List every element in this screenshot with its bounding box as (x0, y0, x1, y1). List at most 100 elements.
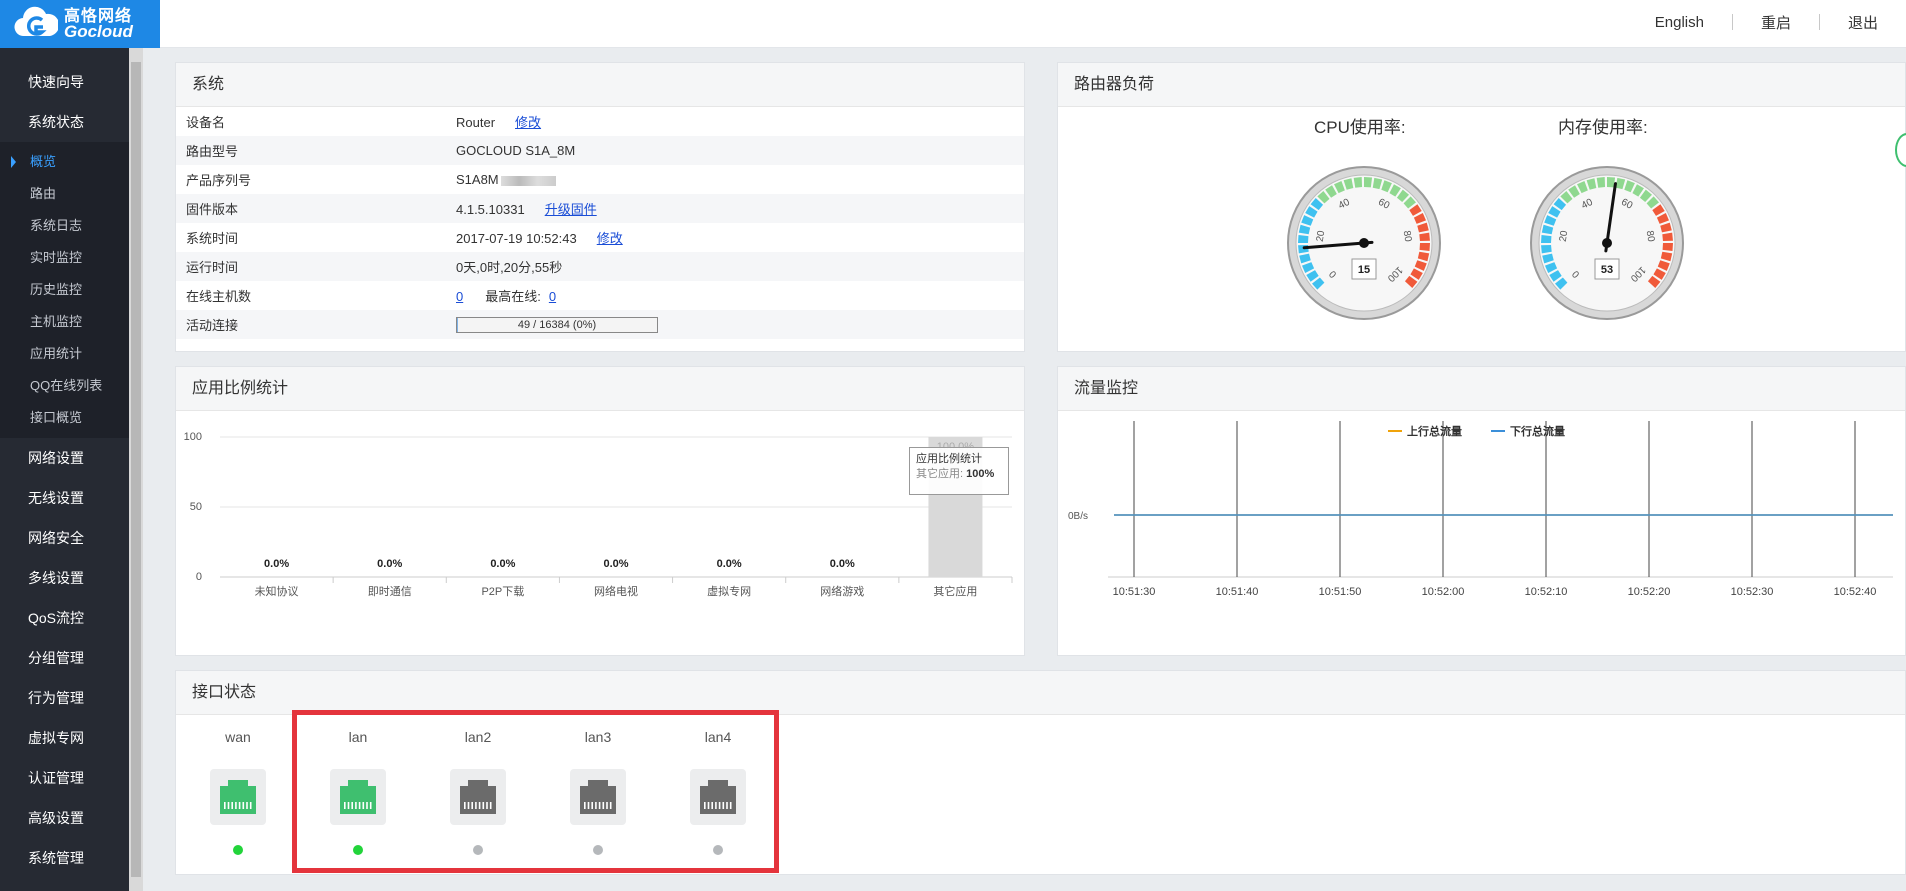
router-load-panel: 路由器负荷 CPU使用率: 内存使用率: 0 20 40 60 80 100 15 0 20 4… (1057, 62, 1906, 352)
nav-sub-interfaces[interactable]: 接口概览 (0, 402, 143, 434)
tooltip-label: 其它应用: (916, 468, 964, 480)
row-label: 运行时间 (176, 252, 456, 281)
table-row: 运行时间 0天,0时,20分,55秒 (176, 252, 1024, 281)
edit-time-link[interactable]: 修改 (597, 231, 623, 246)
cpu-gauge-hub (1359, 238, 1369, 248)
row-label: 在线主机数 (186, 289, 252, 304)
x-tick-label: 即时通信 (368, 585, 412, 598)
x-tick-label: 网络电视 (594, 584, 638, 598)
mem-gauge-value-label: 53 (1601, 264, 1613, 276)
cpu-gauge: 02040 608010015 (1287, 166, 1441, 320)
nav-sub-route[interactable]: 路由 (0, 178, 143, 210)
row-value: 4.1.5.10331 升级固件 (456, 194, 1024, 223)
nav-sub-app-stats[interactable]: 应用统计 (0, 338, 143, 370)
table-row: 设备名 Router 修改 (176, 107, 1024, 136)
scrollbar-thumb[interactable] (131, 62, 141, 877)
nav-system-manage[interactable]: 系统管理 (0, 838, 143, 878)
row-value: 49 / 16384 (0%) (456, 310, 1024, 339)
panel-title: 路由器负荷 (1058, 63, 1905, 107)
row-label: 固件版本 (176, 194, 456, 223)
nav-vpn[interactable]: 虚拟专网 (0, 718, 143, 758)
nav-qos[interactable]: QoS流控 (0, 598, 143, 638)
nav-multiline[interactable]: 多线设置 (0, 558, 143, 598)
nav-groups[interactable]: 分组管理 (0, 638, 143, 678)
x-tick-label: 10:52:40 (1834, 586, 1877, 598)
brand-name-en: Gocloud (64, 22, 133, 41)
logout-link[interactable]: 退出 (1820, 12, 1906, 33)
panel-title: 系统 (176, 63, 1024, 107)
highlight-box (292, 710, 779, 873)
serial-value: S1A8M (456, 172, 499, 187)
online-hosts-link[interactable]: 0 (456, 289, 463, 304)
chart-labels: 10:51:30 10:51:40 10:51:50 10:52:00 10:52:10… (1068, 424, 1876, 598)
nav-auth[interactable]: 认证管理 (0, 758, 143, 798)
language-link[interactable]: English (1627, 14, 1732, 31)
link-up-indicator (233, 845, 243, 855)
nav-sub-history[interactable]: 历史监控 (0, 274, 143, 306)
sidebar: 快速向导 系统状态 概览 路由 系统日志 实时监控 历史监控 主机监控 应用统计… (0, 48, 143, 891)
nav-sub-qq-list[interactable]: QQ在线列表 (0, 370, 143, 402)
table-row: 路由型号 GOCLOUD S1A_8M (176, 136, 1024, 165)
cloud-logo-icon (14, 6, 58, 37)
max-online-label: 最高在线: (485, 289, 541, 304)
table-row: 产品序列号 S1A8M (176, 165, 1024, 194)
x-tick-label: P2P下载 (481, 585, 524, 598)
progress-text: 49 / 16384 (0%) (517, 319, 597, 331)
panel-title: 应用比例统计 (176, 367, 1024, 411)
table-row: 活动连接 49 / 16384 (0%) (176, 310, 1024, 339)
reboot-link[interactable]: 重启 (1733, 12, 1819, 33)
port-wan[interactable]: wan (178, 729, 298, 855)
x-tick-label: 其它应用 (933, 584, 977, 598)
port-name: wan (225, 729, 251, 745)
app-bar-chart: 100 50 0 0.0% 未知协议 0.0% 即时通信 0.0% P2P下载 0.0% 网络电视 0… (184, 431, 1013, 598)
traffic-line-chart: 10:51:30 10:51:40 10:51:50 10:52:00 10:52:10… (1068, 421, 1893, 598)
row-label: 设备名 (186, 115, 226, 130)
cpu-gauge-label: CPU使用率: (1314, 118, 1406, 137)
redacted-mask (500, 175, 556, 186)
tooltip-title: 应用比例统计 (916, 453, 982, 465)
cpu-gauge-scale-segment (1364, 177, 1373, 188)
system-info-table: 设备名 Router 修改 路由型号 GOCLOUD S1A_8M 产品序列号 S… (176, 107, 1024, 339)
brand-logo[interactable]: 高恪网络 Gocloud (0, 0, 160, 48)
nav-wireless[interactable]: 无线设置 (0, 478, 143, 518)
row-value: 2017-07-19 10:52:43 修改 (456, 223, 1024, 252)
row-value: 0 最高在线: 0 (456, 281, 1024, 310)
memory-gauge: 02040 608010053 (1530, 166, 1684, 320)
ethernet-port-icon[interactable] (210, 769, 266, 825)
model-value: GOCLOUD S1A_8M (456, 136, 1024, 165)
nav-network[interactable]: 网络设置 (0, 438, 143, 478)
chart-grid (1108, 421, 1893, 578)
nav-sub-realtime[interactable]: 实时监控 (0, 242, 143, 274)
system-panel: 系统 设备名 Router 修改 路由型号 GOCLOUD S1A_8M 产品序列… (175, 62, 1025, 352)
system-time-value: 2017-07-19 10:52:43 (456, 231, 577, 246)
row-value: Router 修改 (456, 107, 1024, 136)
nav-sub-group: 概览 路由 系统日志 实时监控 历史监控 主机监控 应用统计 QQ在线列表 接口… (0, 142, 143, 438)
sidebar-scrollbar[interactable] (129, 48, 143, 891)
nav-security[interactable]: 网络安全 (0, 518, 143, 558)
nav-sub-syslog[interactable]: 系统日志 (0, 210, 143, 242)
nav-system-status[interactable]: 系统状态 (0, 102, 143, 142)
x-tick-label: 10:52:00 (1422, 586, 1465, 598)
app-stats-panel: 应用比例统计 100 50 0 0.0% 未知协议 0.0% 即时通信 0.0% P2P下载 0.… (175, 366, 1025, 656)
ethernet-port-icon (220, 780, 256, 814)
tooltip-row: 其它应用: 100% (916, 467, 1002, 482)
edit-device-name-link[interactable]: 修改 (515, 115, 541, 130)
upgrade-firmware-link[interactable]: 升级固件 (545, 202, 597, 217)
max-online-link[interactable]: 0 (549, 289, 556, 304)
nav-sub-host-monitor[interactable]: 主机监控 (0, 306, 143, 338)
scroll-indicator (1895, 133, 1906, 167)
x-tick-label: 10:51:50 (1319, 586, 1362, 598)
nav-sub-overview[interactable]: 概览 (0, 146, 143, 178)
nav-quick-wizard[interactable]: 快速向导 (0, 62, 143, 102)
nav-advanced[interactable]: 高级设置 (0, 798, 143, 838)
mem-gauge-tick-label: 80 (1644, 230, 1657, 243)
y-tick-label: 100 (184, 431, 202, 443)
x-tick-label: 虚拟专网 (707, 584, 751, 598)
table-row: 在线主机数 0 最高在线: 0 (176, 281, 1024, 310)
cpu-gauge-scale-segment (1298, 234, 1309, 243)
nav-behavior[interactable]: 行为管理 (0, 678, 143, 718)
tooltip-value: 100% (966, 468, 995, 480)
x-tick-label: 10:52:20 (1628, 586, 1671, 598)
x-tick-label: 10:51:30 (1113, 586, 1156, 598)
